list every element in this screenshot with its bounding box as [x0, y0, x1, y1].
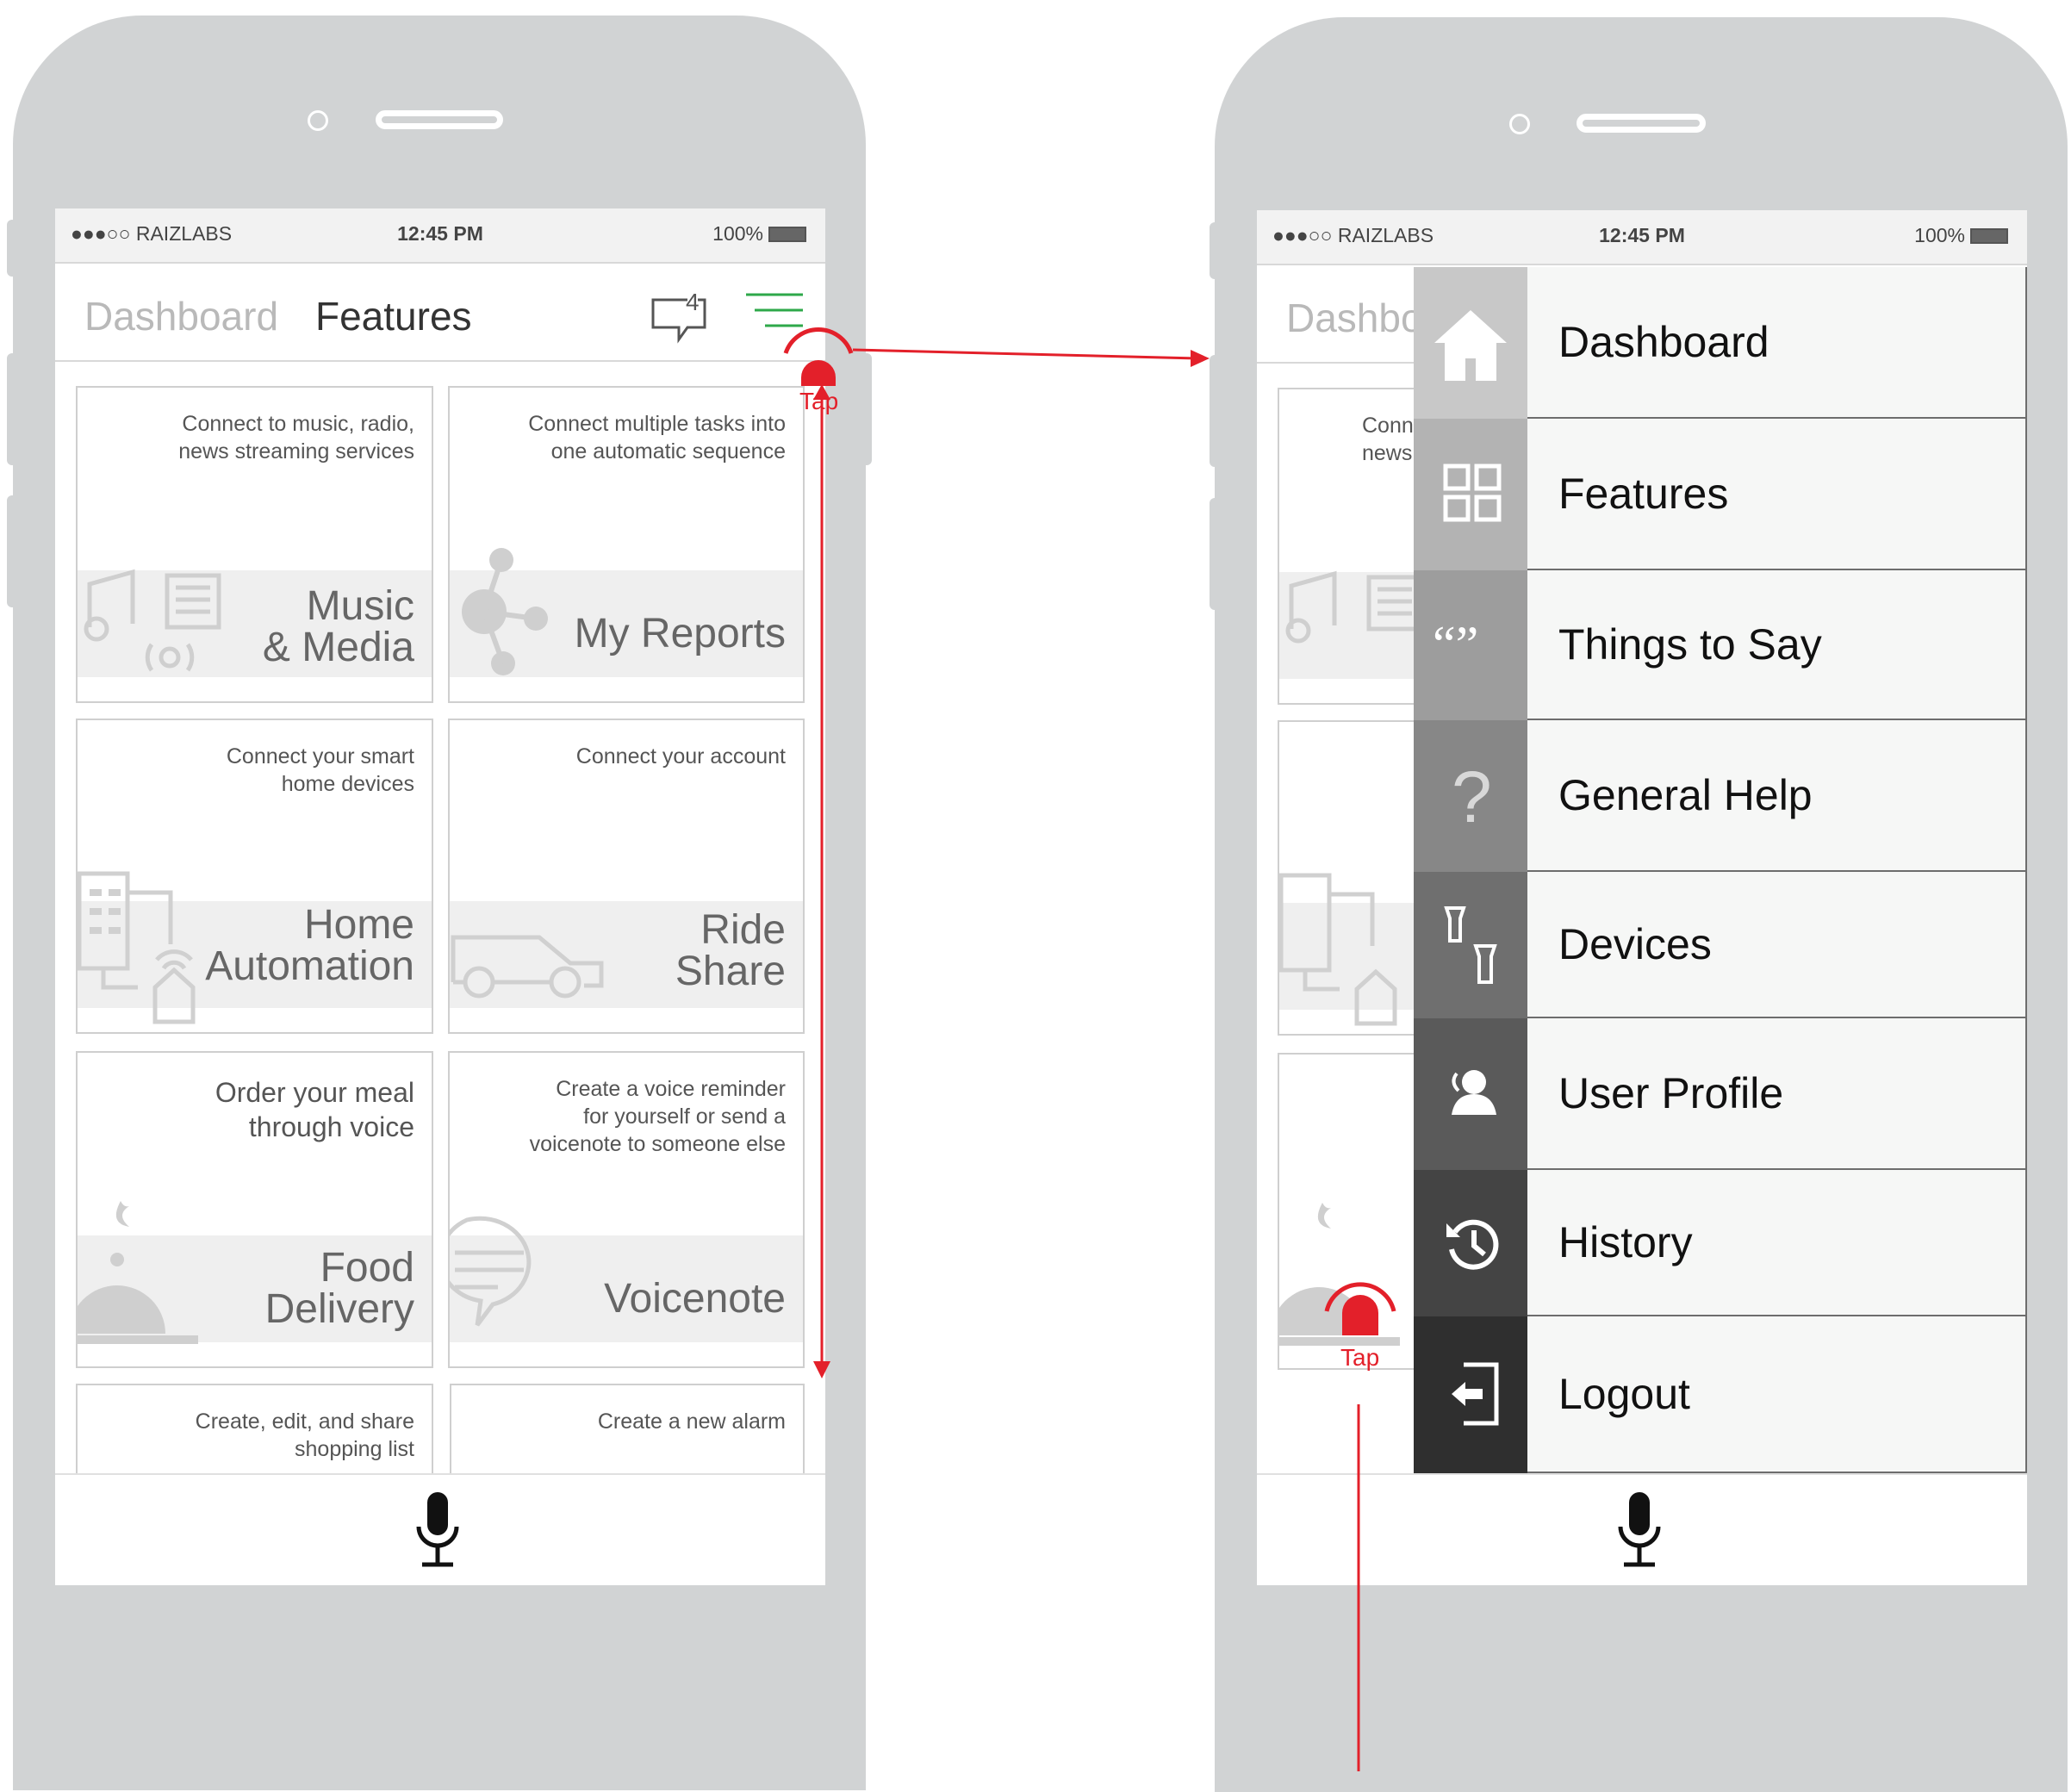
tap-gesture-icon	[1324, 1282, 1396, 1335]
scroll-arrow-head-bottom	[813, 1361, 830, 1378]
tap-label: Tap	[799, 388, 839, 414]
flow-annotations	[783, 327, 1396, 1771]
tap-label: Tap	[1340, 1344, 1380, 1371]
transition-arrow	[852, 348, 1198, 360]
tap-gesture-icon	[783, 327, 854, 386]
arrow-head	[1191, 350, 1210, 367]
